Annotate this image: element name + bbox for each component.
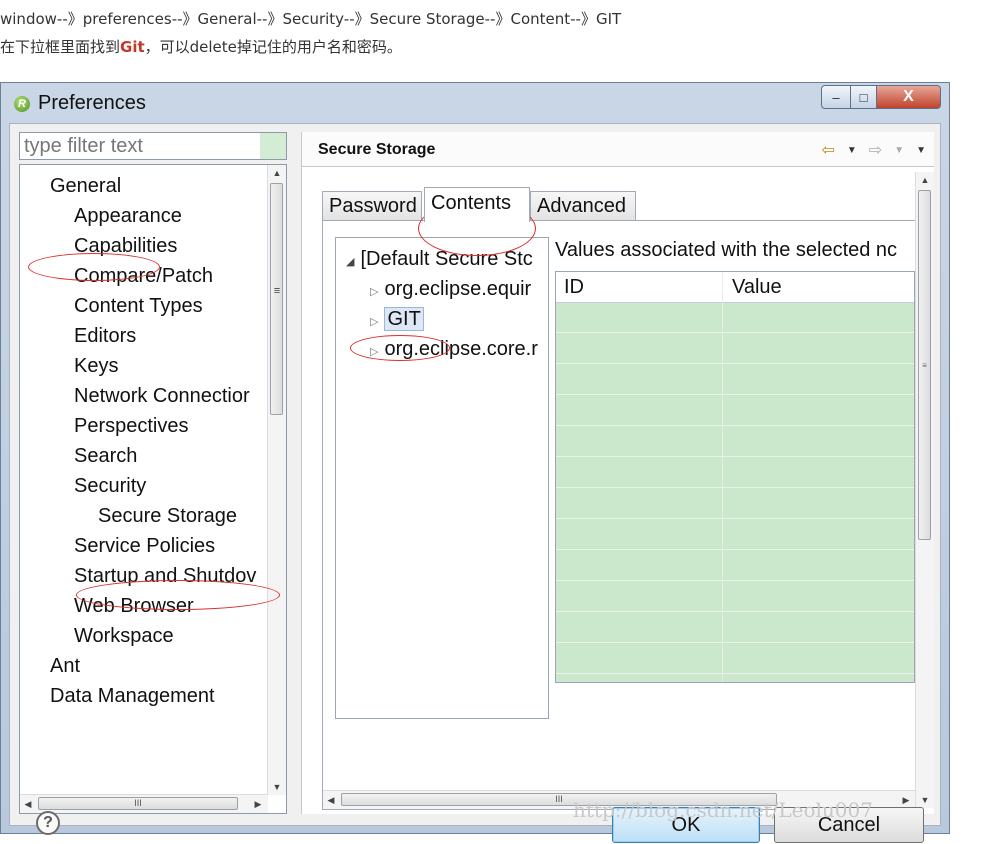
values-label: Values associated with the selected nc	[555, 239, 898, 261]
scroll-left-arrow-icon[interactable]: ◀	[20, 796, 36, 812]
scroll-down-arrow-icon[interactable]: ▼	[268, 779, 286, 795]
table-row	[556, 518, 914, 519]
tab-password[interactable]: Password	[322, 191, 422, 221]
table-row	[556, 394, 914, 395]
tree-item-secure-storage[interactable]: Secure Storage	[98, 505, 237, 528]
storage-node-default-label: [Default Secure Stc	[360, 248, 533, 270]
filter-status-indicator	[260, 133, 286, 159]
tree-item-ant[interactable]: Ant	[50, 655, 80, 678]
table-row	[556, 611, 914, 612]
page-content: Secure Storage ⇦ ▼ ⇨ ▼ ▼ Password Conten…	[301, 132, 934, 814]
table-row	[556, 363, 914, 364]
window-controls: – □ X	[821, 85, 941, 111]
minimize-button[interactable]: –	[821, 85, 851, 109]
table-row	[556, 456, 914, 457]
help-icon[interactable]: ?	[36, 811, 60, 835]
storage-node-core-label: org.eclipse.core.r	[384, 338, 538, 360]
collapsed-triangle-icon[interactable]: ▷	[370, 286, 378, 298]
tree-item-content-types[interactable]: Content Types	[74, 295, 203, 318]
tree-item-web-browser[interactable]: Web Browser	[74, 595, 194, 618]
collapsed-triangle-icon[interactable]: ▷	[370, 316, 378, 328]
scroll-left-arrow-icon[interactable]: ◀	[323, 792, 339, 808]
tree-item-perspectives[interactable]: Perspectives	[74, 415, 189, 438]
storage-node-git[interactable]: ▷ GIT	[370, 307, 424, 331]
window-title: Preferences	[38, 92, 146, 114]
tab-advanced[interactable]: Advanced	[530, 191, 636, 221]
tree-item-startup-shutdown[interactable]: Startup and Shutdov	[74, 565, 256, 588]
view-menu-icon[interactable]: ▼	[916, 145, 926, 160]
tree-horizontal-scrollbar[interactable]: ◀ III ▶	[20, 794, 268, 813]
tree-item-keys[interactable]: Keys	[74, 355, 118, 378]
note-suffix: ，可以delete掉记住的用户名和密码。	[144, 38, 402, 56]
note-highlight: Git	[120, 38, 145, 56]
expanded-triangle-icon[interactable]: ◢	[346, 256, 354, 268]
page-vscroll-thumb[interactable]: ≡	[918, 190, 931, 540]
article-note-line: 在下拉框里面找到Git，可以delete掉记住的用户名和密码。	[0, 36, 402, 57]
tree-item-service-policies[interactable]: Service Policies	[74, 535, 215, 558]
tree-item-workspace[interactable]: Workspace	[74, 625, 174, 648]
tree-item-security[interactable]: Security	[74, 475, 146, 498]
tree-vertical-scrollbar[interactable]: ▲ ≡ ▼	[267, 165, 286, 795]
tree-item-data-management[interactable]: Data Management	[50, 685, 215, 708]
tree-item-appearance[interactable]: Appearance	[74, 205, 182, 228]
table-row	[556, 549, 914, 550]
horizontal-scrollbar-thumb[interactable]: III	[38, 797, 238, 810]
secure-storage-tree[interactable]: ◢ [Default Secure Stc ▷ org.eclipse.equir …	[335, 237, 549, 719]
scroll-up-arrow-icon[interactable]: ▲	[268, 165, 286, 181]
table-row	[556, 425, 914, 426]
tree-item-editors[interactable]: Editors	[74, 325, 136, 348]
values-table-header: ID Value	[556, 272, 914, 303]
watermark: http://blog.csdn.net/Leolu007	[573, 798, 873, 822]
tree-item-capabilities[interactable]: Capabilities	[74, 235, 177, 258]
forward-arrow-icon[interactable]: ⇨	[869, 140, 882, 160]
scroll-right-arrow-icon[interactable]: ▶	[898, 792, 914, 808]
column-divider	[722, 272, 723, 682]
storage-node-equinox-label: org.eclipse.equir	[384, 278, 532, 300]
filter-placeholder: type filter text	[24, 135, 143, 157]
storage-node-git-label: GIT	[384, 307, 424, 331]
page-title: Secure Storage	[318, 141, 436, 158]
column-header-id[interactable]: ID	[564, 276, 584, 299]
table-row	[556, 487, 914, 488]
preferences-window: R Preferences – □ X type filter text Gen…	[0, 82, 950, 843]
tree-item-general[interactable]: General	[50, 175, 121, 198]
tab-contents[interactable]: Contents	[424, 187, 530, 222]
tree-item-search[interactable]: Search	[74, 445, 137, 468]
table-row	[556, 673, 914, 674]
preferences-tree[interactable]: General Appearance Capabilities Compare/…	[19, 164, 287, 814]
storage-node-default[interactable]: ◢ [Default Secure Stc	[346, 248, 533, 271]
storage-node-core[interactable]: ▷ org.eclipse.core.r	[370, 338, 538, 361]
maximize-button[interactable]: □	[851, 85, 877, 109]
scroll-up-arrow-icon[interactable]: ▲	[916, 172, 934, 188]
storage-node-equinox[interactable]: ▷ org.eclipse.equir	[370, 278, 531, 301]
contents-tab-panel: ◢ [Default Secure Stc ▷ org.eclipse.equir …	[322, 220, 919, 810]
filter-input[interactable]: type filter text	[19, 132, 287, 160]
scroll-down-arrow-icon[interactable]: ▼	[916, 792, 934, 808]
close-button[interactable]: X	[877, 85, 941, 109]
dialog-client: type filter text General Appearance Capa…	[9, 123, 941, 843]
table-row	[556, 332, 914, 333]
page-nav-toolbar: ⇦ ▼ ⇨ ▼ ▼	[821, 140, 926, 160]
article-path-line: window--》preferences--》General--》Securit…	[0, 10, 622, 28]
table-row	[556, 642, 914, 643]
note-prefix: 在下拉框里面找到	[0, 38, 121, 56]
tree-item-network-connections[interactable]: Network Connectior	[74, 385, 250, 408]
page-vertical-scrollbar[interactable]: ▲ ≡ ▼	[915, 172, 934, 808]
back-dropdown-icon[interactable]: ▼	[847, 145, 857, 160]
tree-item-compare-patch[interactable]: Compare/Patch	[74, 265, 213, 288]
scroll-right-arrow-icon[interactable]: ▶	[250, 796, 266, 812]
table-row	[556, 580, 914, 581]
app-icon: R	[14, 96, 30, 112]
scrollbar-thumb[interactable]	[270, 183, 283, 415]
values-table[interactable]: ID Value	[555, 271, 915, 683]
scrollbar-grip-icon: ≡	[273, 285, 281, 297]
forward-dropdown-icon[interactable]: ▼	[894, 145, 904, 160]
collapsed-triangle-icon[interactable]: ▷	[370, 346, 378, 358]
title-bar[interactable]: R Preferences – □ X	[1, 83, 949, 121]
column-header-value[interactable]: Value	[732, 276, 782, 299]
back-arrow-icon[interactable]: ⇦	[821, 140, 834, 160]
page-header: Secure Storage ⇦ ▼ ⇨ ▼ ▼	[302, 132, 934, 167]
